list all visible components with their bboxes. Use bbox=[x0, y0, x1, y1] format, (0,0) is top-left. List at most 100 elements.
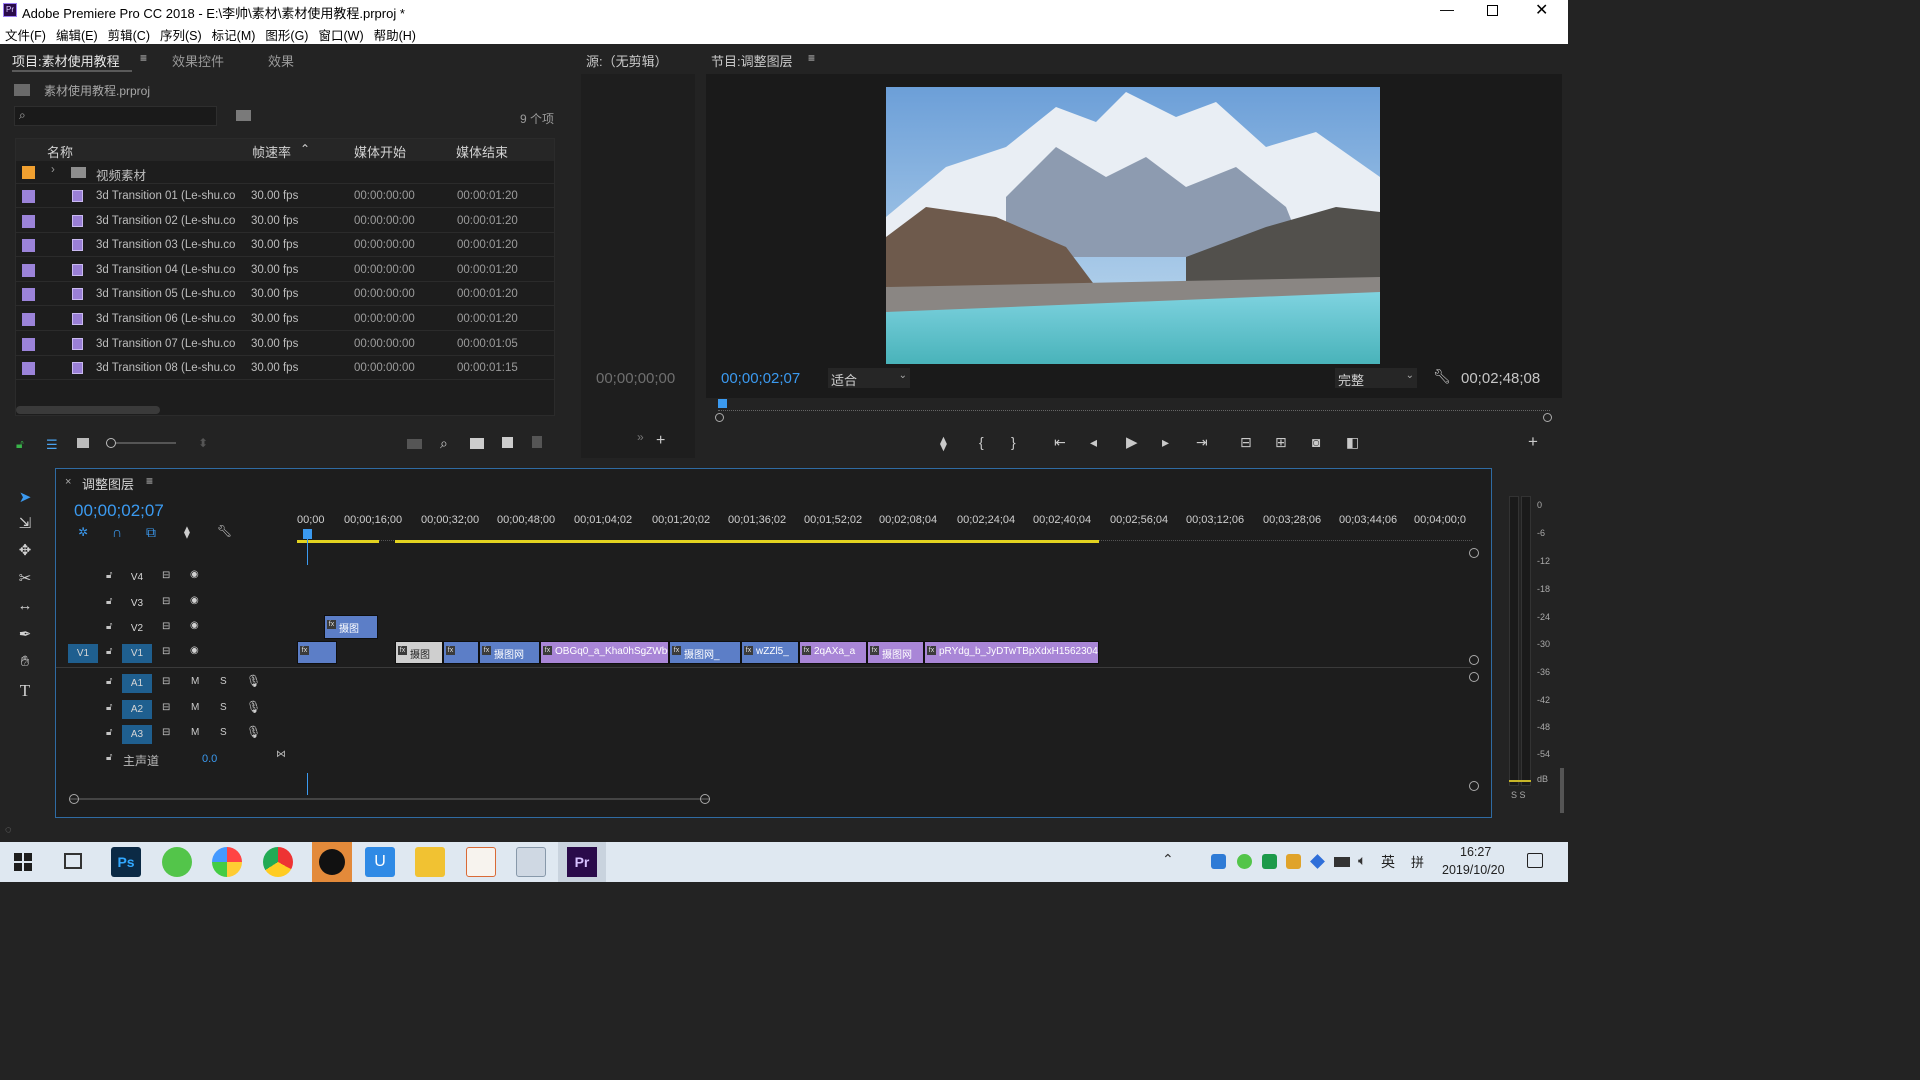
track-target[interactable]: V3 bbox=[122, 594, 152, 613]
v1-clip[interactable]: fx bbox=[443, 641, 479, 664]
photoshop-taskbar-icon[interactable]: Ps bbox=[111, 847, 141, 877]
linked-selection-icon[interactable]: ⧉ bbox=[146, 524, 156, 541]
panel-menu-icon[interactable]: ≡ bbox=[146, 474, 153, 488]
add-marker-icon[interactable]: ⧫ bbox=[184, 525, 190, 539]
h-zoom-handle-right[interactable] bbox=[700, 794, 710, 804]
v1-clip[interactable]: fx 2qAXa_a bbox=[799, 641, 867, 664]
mute-button[interactable]: M bbox=[191, 727, 199, 738]
voiceover-mic-icon[interactable]: 🎙︎ bbox=[246, 725, 261, 739]
track-lock-icon[interactable]: 🔓︎ bbox=[106, 646, 112, 657]
tab-effect-controls[interactable]: 效果控件 bbox=[172, 51, 224, 70]
toggle-output-eye-icon[interactable]: ◉ bbox=[190, 595, 199, 606]
column-framerate[interactable]: 帧速率 bbox=[252, 142, 291, 161]
v1-clip[interactable]: fx 摄图网 bbox=[479, 641, 540, 664]
source-add-button-icon[interactable]: + bbox=[656, 432, 665, 450]
add-marker-icon[interactable]: ⧫ bbox=[940, 435, 947, 452]
razor-tool-icon[interactable]: ✂︎ bbox=[12, 569, 38, 593]
sync-lock-icon[interactable]: ⊟ bbox=[162, 676, 170, 687]
media-player-taskbar-icon[interactable] bbox=[312, 842, 352, 882]
presentation-taskbar-icon[interactable] bbox=[466, 847, 496, 877]
voiceover-mic-icon[interactable]: 🎙︎ bbox=[246, 674, 261, 688]
program-timecode[interactable]: 00;00;02;07 bbox=[721, 370, 800, 387]
extract-icon[interactable]: ⊞ bbox=[1275, 434, 1287, 451]
v1-clip[interactable]: fx wZZl5_ bbox=[741, 641, 799, 664]
source-title[interactable]: 源:（无剪辑） bbox=[586, 51, 668, 70]
disclosure-triangle-icon[interactable]: › bbox=[51, 164, 55, 176]
master-collapse-icon[interactable]: ⋈ bbox=[276, 749, 286, 760]
tray-app3-icon[interactable] bbox=[1262, 854, 1277, 869]
automate-to-sequence-icon[interactable] bbox=[407, 439, 422, 449]
new-item-icon[interactable] bbox=[502, 437, 513, 448]
project-item-row[interactable]: 3d Transition 03 (Le-shu.co 30.00 fps 00:0… bbox=[15, 233, 555, 258]
mute-button[interactable]: M bbox=[191, 676, 199, 687]
solo-button[interactable]: S bbox=[220, 676, 227, 687]
project-horizontal-scrollbar[interactable] bbox=[16, 406, 160, 414]
tray-app4-icon[interactable] bbox=[1286, 854, 1301, 869]
ripple-edit-tool-icon[interactable]: ✥ bbox=[12, 541, 38, 565]
menu-sequence[interactable]: 序列(S) bbox=[155, 22, 207, 44]
new-search-bin-icon[interactable] bbox=[236, 110, 251, 121]
app-u-taskbar-icon[interactable]: U bbox=[365, 847, 395, 877]
track-lock-icon[interactable]: 🔓︎ bbox=[106, 752, 112, 763]
lock-icon[interactable]: 🔓︎ bbox=[16, 437, 24, 452]
clear-icon[interactable] bbox=[532, 436, 542, 448]
track-target[interactable]: V1 bbox=[122, 644, 152, 663]
v-scroll-handle-mid[interactable] bbox=[1469, 655, 1479, 665]
zoom-slider-thumb[interactable] bbox=[106, 438, 116, 448]
panel-menu-icon[interactable]: ≡ bbox=[808, 51, 815, 65]
step-forward-icon[interactable]: ▸ bbox=[1162, 434, 1169, 451]
work-area-bar-2[interactable] bbox=[395, 540, 1099, 543]
track-select-tool-icon[interactable]: ⇲ bbox=[12, 514, 38, 538]
menu-marker[interactable]: 标记(M) bbox=[207, 22, 261, 44]
track-target[interactable]: A1 bbox=[122, 674, 152, 693]
zoom-end-handle[interactable] bbox=[1543, 413, 1552, 422]
v1-clip[interactable]: fx bbox=[297, 641, 337, 664]
source-overflow-icon[interactable]: » bbox=[637, 430, 644, 444]
file-explorer-taskbar-icon[interactable] bbox=[415, 847, 445, 877]
folder-row[interactable]: › 视频素材 bbox=[15, 160, 555, 184]
slip-tool-icon[interactable]: ↔ bbox=[12, 597, 38, 621]
ime-mode-indicator[interactable]: 拼 bbox=[1411, 852, 1424, 871]
lift-icon[interactable]: ⊟ bbox=[1240, 434, 1252, 451]
timeline-settings-wrench-icon[interactable]: 🔧︎ bbox=[217, 524, 232, 538]
track-lock-icon[interactable]: 🔓︎ bbox=[106, 621, 112, 632]
track-lock-icon[interactable]: 🔓︎ bbox=[106, 676, 112, 687]
go-to-in-icon[interactable]: ⇤ bbox=[1054, 434, 1066, 451]
track-lock-icon[interactable]: 🔓︎ bbox=[106, 727, 112, 738]
sync-lock-icon[interactable]: ⊟ bbox=[162, 646, 170, 657]
sync-lock-icon[interactable]: ⊟ bbox=[162, 596, 170, 607]
menu-graphics[interactable]: 图形(G) bbox=[260, 22, 313, 44]
sync-lock-icon[interactable]: ⊟ bbox=[162, 727, 170, 738]
menu-help[interactable]: 帮助(H) bbox=[369, 22, 421, 44]
program-time-ruler[interactable] bbox=[718, 401, 1550, 411]
column-media-start[interactable]: 媒体开始 bbox=[354, 142, 406, 161]
sync-lock-icon[interactable]: ⊟ bbox=[162, 702, 170, 713]
task-view-icon[interactable] bbox=[64, 853, 82, 869]
project-item-row[interactable]: 3d Transition 01 (Le-shu.co 30.00 fps 00:0… bbox=[15, 184, 555, 208]
track-target[interactable]: V2 bbox=[122, 619, 152, 638]
solo-button[interactable]: S bbox=[220, 727, 227, 738]
ime-indicator[interactable]: 英 bbox=[1381, 852, 1395, 872]
windows-start-icon[interactable] bbox=[14, 853, 32, 871]
master-volume-value[interactable]: 0.0 bbox=[202, 753, 217, 765]
a-scroll-handle-top[interactable] bbox=[1469, 672, 1479, 682]
find-icon[interactable]: ⌕ bbox=[440, 435, 448, 452]
sync-lock-icon[interactable]: ⊟ bbox=[162, 570, 170, 581]
volume-icon[interactable]: 🔈︎ bbox=[1358, 852, 1366, 869]
meter-scrollbar[interactable] bbox=[1560, 768, 1564, 813]
timeline-title[interactable]: 调整图层 bbox=[82, 474, 134, 493]
h-zoom-scrollbar[interactable] bbox=[70, 798, 710, 800]
menu-clip[interactable]: 剪辑(C) bbox=[103, 22, 155, 44]
premiere-taskbar-icon[interactable]: Pr bbox=[558, 842, 606, 882]
hand-tool-icon[interactable]: ✋︎ bbox=[12, 653, 38, 677]
toggle-output-eye-icon[interactable]: ◉ bbox=[190, 569, 199, 580]
track-target[interactable]: A3 bbox=[122, 725, 152, 744]
v1-clip[interactable]: fx 摄图网_ bbox=[669, 641, 741, 664]
v1-clip[interactable]: fx 摄图网 bbox=[867, 641, 924, 664]
v1-clip[interactable]: fx pRYdg_b_JyDTwTBpXdxH156230429 bbox=[924, 641, 1099, 664]
track-lock-icon[interactable]: 🔓︎ bbox=[106, 702, 112, 713]
source-timecode[interactable]: 00;00;00;00 bbox=[596, 370, 675, 387]
column-name[interactable]: 名称 bbox=[47, 142, 73, 161]
fit-dropdown[interactable]: 适合 ⌄ bbox=[828, 368, 910, 388]
toggle-output-eye-icon[interactable]: ◉ bbox=[190, 645, 199, 656]
